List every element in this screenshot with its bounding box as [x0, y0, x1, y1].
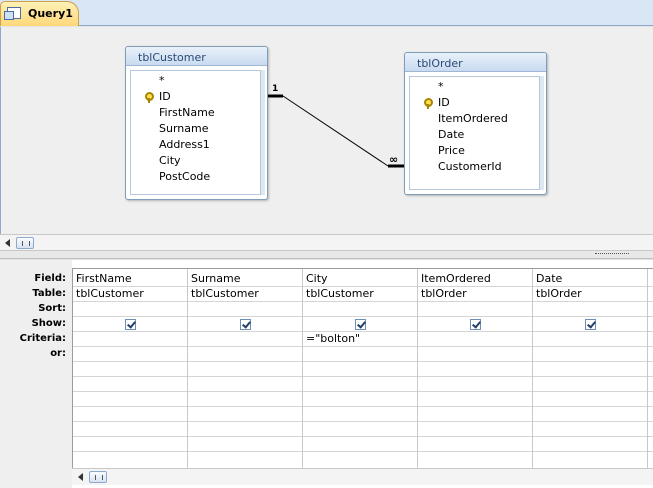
table-cell[interactable]: tblOrder [421, 286, 467, 301]
grid-line [73, 421, 653, 422]
design-horizontal-scrollbar[interactable] [0, 234, 653, 251]
grid-line [73, 436, 653, 437]
grid-line [73, 391, 653, 392]
grid-line [73, 376, 653, 377]
field-item[interactable]: * [438, 80, 444, 93]
row-label-criteria: Criteria: [19, 333, 66, 344]
table-title[interactable]: tblOrder [405, 53, 546, 72]
grid-line [73, 361, 653, 362]
grid-line [73, 346, 653, 347]
field-cell[interactable]: Date [536, 271, 562, 286]
field-item[interactable]: Price [438, 144, 465, 157]
table-title[interactable]: tblCustomer [126, 47, 267, 66]
grid-line [73, 451, 653, 452]
document-tab-strip: Query1 [0, 0, 653, 26]
table-cell[interactable]: tblCustomer [76, 286, 144, 301]
relationship-many-label: ∞ [389, 153, 399, 166]
column-divider[interactable] [417, 269, 418, 469]
relationship-one-label: 1 [272, 84, 279, 94]
grid-line [73, 301, 653, 302]
field-item[interactable]: * [159, 74, 165, 87]
row-label-show: Show: [31, 318, 66, 329]
field-cell[interactable]: ItemOrdered [421, 271, 491, 286]
grid-line [73, 406, 653, 407]
scroll-thumb[interactable] [89, 471, 107, 483]
field-list-scrollbar[interactable] [261, 70, 265, 195]
show-checkbox[interactable] [585, 319, 596, 330]
pane-splitter[interactable] [0, 251, 653, 259]
scroll-thumb[interactable] [16, 237, 34, 249]
tab-query1[interactable]: Query1 [0, 1, 79, 26]
field-item[interactable]: Date [438, 128, 464, 141]
field-item[interactable]: Address1 [159, 138, 210, 151]
primary-key-icon [424, 98, 434, 109]
table-tblcustomer[interactable]: tblCustomer * ID FirstName Surname Addre… [125, 46, 268, 200]
query-design-surface[interactable]: 1 ∞ tblCustomer * ID FirstName Surname A… [0, 27, 653, 234]
scroll-left-arrow-icon[interactable] [78, 473, 83, 481]
field-cell[interactable]: Surname [191, 271, 240, 286]
splitter-grip-icon[interactable] [595, 253, 629, 256]
tab-label: Query1 [28, 7, 73, 20]
show-checkbox[interactable] [355, 319, 366, 330]
criteria-cell[interactable]: ="bolton" [306, 331, 360, 346]
show-checkbox[interactable] [240, 319, 251, 330]
grid-row-labels: Field: Table: Sort: Show: Criteria: or: [0, 260, 72, 488]
column-divider[interactable] [187, 269, 188, 469]
field-item[interactable]: ID [438, 96, 450, 109]
table-cell[interactable]: tblOrder [536, 286, 582, 301]
grid-line [73, 331, 653, 332]
field-item[interactable]: ItemOrdered [438, 112, 508, 125]
field-item[interactable]: ID [159, 90, 171, 103]
row-label-field: Field: [34, 273, 66, 284]
field-list-scrollbar[interactable] [540, 76, 544, 190]
show-checkbox[interactable] [125, 319, 136, 330]
row-label-or: or: [50, 348, 66, 359]
column-divider[interactable] [302, 269, 303, 469]
query-design-grid: Field: Table: Sort: Show: Criteria: or: … [0, 260, 653, 488]
grid-line [73, 316, 653, 317]
row-label-sort: Sort: [38, 303, 66, 314]
field-cell[interactable]: City [306, 271, 328, 286]
field-item[interactable]: CustomerId [438, 160, 502, 173]
grid-horizontal-scrollbar[interactable] [72, 468, 653, 485]
column-divider[interactable] [532, 269, 533, 469]
row-label-table: Table: [32, 288, 66, 299]
relationship-line [267, 94, 404, 168]
query-icon [4, 7, 21, 20]
table-cell[interactable]: tblCustomer [191, 286, 259, 301]
table-tblorder[interactable]: tblOrder * ID ItemOrdered Date Price Cus… [404, 52, 547, 195]
primary-key-icon [145, 92, 155, 103]
field-item[interactable]: PostCode [159, 170, 210, 183]
field-item[interactable]: City [159, 154, 181, 167]
show-checkbox[interactable] [470, 319, 481, 330]
grid-cells[interactable]: FirstName tblCustomer Surname tblCustome… [72, 268, 653, 469]
scroll-left-arrow-icon[interactable] [5, 239, 10, 247]
field-item[interactable]: Surname [159, 122, 208, 135]
column-divider[interactable] [647, 269, 648, 469]
field-item[interactable]: FirstName [159, 106, 215, 119]
table-cell[interactable]: tblCustomer [306, 286, 374, 301]
field-cell[interactable]: FirstName [76, 271, 132, 286]
